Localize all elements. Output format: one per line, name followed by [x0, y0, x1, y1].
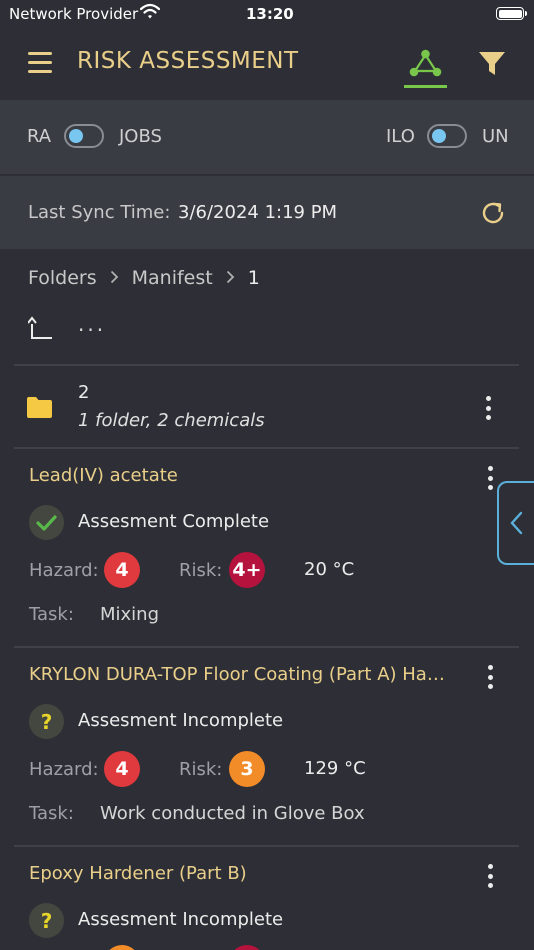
- side-panel-toggle[interactable]: [497, 481, 534, 565]
- more-options-icon[interactable]: [485, 665, 495, 693]
- risk-level-badge: 4+: [229, 552, 265, 588]
- switch-knob: [69, 129, 83, 143]
- un-label: UN: [482, 126, 509, 147]
- more-options-icon[interactable]: [483, 396, 493, 424]
- parent-folder-label: ...: [78, 312, 107, 336]
- hierarchy-view-button[interactable]: [404, 46, 447, 88]
- chemical-name: Epoxy Hardener (Part B): [29, 863, 247, 884]
- question-icon: ?: [29, 903, 64, 938]
- hierarchy-icon: [409, 49, 442, 77]
- filter-button[interactable]: [477, 50, 507, 78]
- temperature-value: 20 °C: [304, 559, 355, 580]
- switch-knob: [432, 129, 446, 143]
- page-title: RISK ASSESSMENT: [77, 48, 299, 74]
- battery-icon: [496, 7, 527, 20]
- folder-item[interactable]: 2 1 folder, 2 chemicals: [0, 367, 534, 447]
- jobs-label: JOBS: [119, 126, 162, 147]
- divider: [14, 364, 519, 366]
- check-icon: [29, 505, 64, 540]
- folder-contents-summary: 1 folder, 2 chemicals: [78, 410, 265, 431]
- ra-label: RA: [27, 126, 52, 147]
- assessment-status: Assesment Incomplete: [78, 909, 284, 930]
- filter-icon: [479, 52, 505, 75]
- chevron-left-icon: [510, 511, 523, 535]
- hazard-level-badge: [104, 945, 140, 950]
- active-tab-indicator: [404, 85, 447, 88]
- breadcrumb: Folders Manifest 1: [28, 266, 260, 290]
- risk-level-badge: [229, 945, 265, 950]
- sync-bar: Last Sync Time: 3/6/2024 1:19 PM: [0, 176, 534, 249]
- last-sync-value: 3/6/2024 1:19 PM: [178, 202, 338, 223]
- assessment-status: Assesment Incomplete: [78, 710, 284, 731]
- last-sync-label: Last Sync Time:: [28, 202, 171, 223]
- carrier-name: Network Provider: [9, 5, 139, 23]
- folder-icon: [27, 397, 52, 418]
- chemical-card[interactable]: Epoxy Hardener (Part B) ? Assesment Inco…: [0, 847, 534, 950]
- wifi-icon: [139, 3, 161, 25]
- svg-text:?: ?: [41, 710, 53, 734]
- folder-name: 2: [78, 382, 90, 403]
- temperature-value: 129 °C: [304, 758, 366, 779]
- app-header: RISK ASSESSMENT: [0, 28, 534, 100]
- question-icon: ?: [29, 704, 64, 739]
- hazard-label: Hazard:: [29, 759, 99, 780]
- menu-icon[interactable]: [28, 52, 52, 74]
- task-value: Mixing: [100, 604, 160, 625]
- task-label: Task:: [29, 604, 74, 625]
- more-options-icon[interactable]: [485, 864, 495, 892]
- svg-text:?: ?: [41, 909, 53, 933]
- hazard-level-badge: 4: [104, 552, 140, 588]
- chemical-name: Lead(IV) acetate: [29, 465, 178, 486]
- chevron-right-icon: [226, 269, 235, 288]
- ilo-un-switch[interactable]: [427, 124, 467, 148]
- more-options-icon[interactable]: [485, 466, 495, 494]
- chevron-right-icon: [110, 269, 119, 288]
- risk-level-badge: 3: [229, 751, 265, 787]
- risk-label: Risk:: [179, 759, 223, 780]
- ra-jobs-switch[interactable]: [64, 124, 104, 148]
- chemical-card[interactable]: Lead(IV) acetate Assesment Complete Haza…: [0, 449, 534, 647]
- task-value: Work conducted in Glove Box: [100, 803, 365, 824]
- hazard-label: Hazard:: [29, 560, 99, 581]
- mode-toggle-bar: RA JOBS ILO UN: [0, 100, 534, 174]
- refresh-icon[interactable]: [480, 200, 506, 226]
- ilo-label: ILO: [386, 126, 415, 147]
- level-up-icon: [28, 316, 52, 339]
- chemical-name: KRYLON DURA-TOP Floor Coating (Part A) H…: [29, 664, 454, 685]
- assessment-status: Assesment Complete: [78, 511, 270, 532]
- hazard-level-badge: 4: [104, 751, 140, 787]
- risk-label: Risk:: [179, 560, 223, 581]
- breadcrumb-item-manifest[interactable]: Manifest: [132, 267, 213, 289]
- status-bar: Network Provider 13:20: [0, 0, 534, 28]
- task-label: Task:: [29, 803, 74, 824]
- clock-time: 13:20: [246, 5, 294, 23]
- breadcrumb-item-current: 1: [247, 267, 260, 289]
- chemical-card[interactable]: KRYLON DURA-TOP Floor Coating (Part A) H…: [0, 648, 534, 846]
- breadcrumb-item-folders[interactable]: Folders: [28, 267, 97, 289]
